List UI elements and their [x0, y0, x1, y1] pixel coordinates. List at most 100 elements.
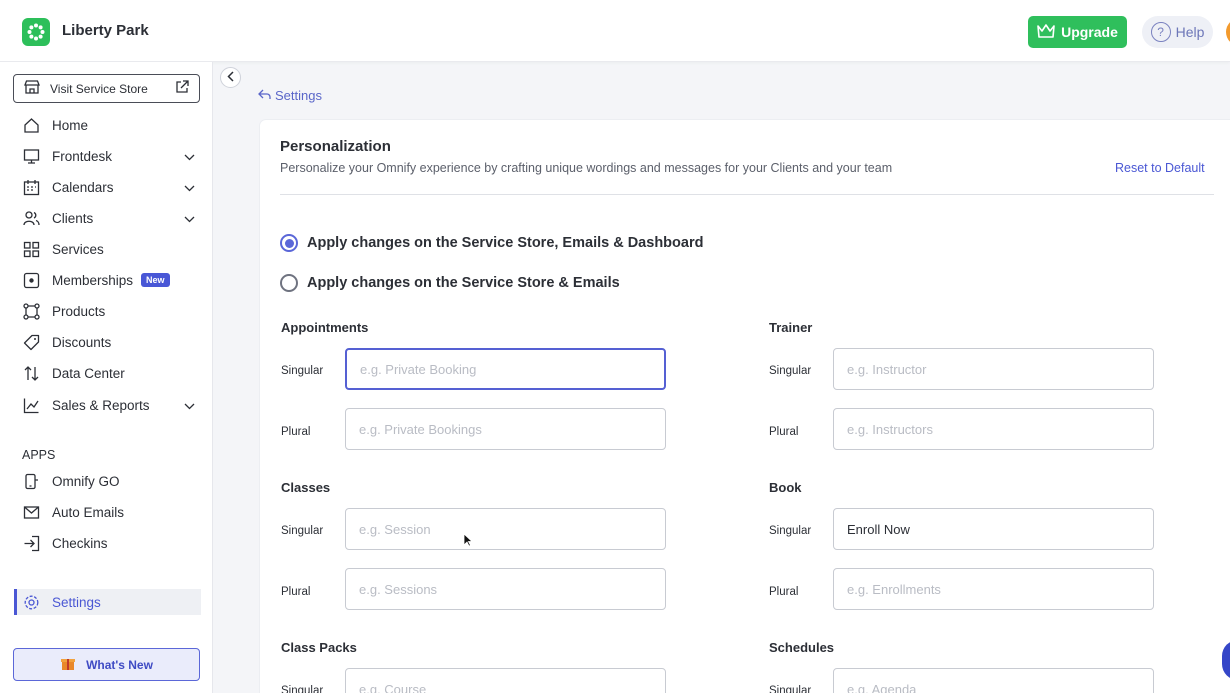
breadcrumb[interactable]: Settings [258, 88, 322, 103]
chart-icon [22, 396, 40, 414]
mobile-icon [22, 472, 40, 490]
sidebar-item-label: Discounts [52, 334, 112, 350]
sidebar-item-data-center[interactable]: Data Center [14, 360, 201, 386]
sidebar-item-label: Products [52, 303, 106, 319]
whats-new-label: What's New [86, 657, 153, 672]
crown-icon [1037, 23, 1055, 41]
trainer-singular-input[interactable] [833, 348, 1154, 390]
trainer-plural-label: Plural [769, 426, 799, 438]
class-packs-singular-input[interactable] [345, 668, 666, 693]
class-packs-title: Class Packs [281, 640, 357, 655]
tag-icon [22, 333, 40, 351]
users-icon [22, 209, 40, 227]
radio-option-dashboard[interactable]: Apply changes on the Service Store, Emai… [280, 234, 703, 252]
sidebar-item-products[interactable]: Products [14, 298, 201, 324]
new-badge: New [141, 273, 170, 287]
radio-option-store-emails[interactable]: Apply changes on the Service Store & Ema… [280, 274, 620, 292]
book-plural-label: Plural [769, 586, 799, 598]
trainer-singular-label: Singular [769, 365, 812, 377]
mail-icon [22, 503, 40, 521]
help-label: Help [1175, 24, 1205, 40]
reset-to-default-link[interactable]: Reset to Default [1115, 161, 1205, 175]
book-plural-input[interactable] [833, 568, 1154, 610]
top-bar: Liberty Park Upgrade ? Help [0, 0, 1230, 62]
sidebar-item-label: Memberships [52, 272, 134, 288]
sidebar-item-label: Omnify GO [52, 473, 120, 489]
app-logo-icon[interactable] [22, 18, 50, 46]
sidebar-item-home[interactable]: Home [14, 112, 201, 138]
appointments-singular-label: Singular [281, 365, 324, 377]
class-packs-singular-label: Singular [281, 685, 324, 693]
home-icon [22, 116, 40, 134]
visit-store-label: Visit Service Store [50, 81, 148, 96]
sidebar-item-label: Home [52, 117, 89, 133]
sidebar-item-frontdesk[interactable]: Frontdesk [14, 143, 201, 169]
schedules-title: Schedules [769, 640, 835, 655]
breadcrumb-settings-link[interactable]: Settings [275, 88, 322, 103]
membership-icon [22, 271, 40, 289]
classes-plural-label: Plural [281, 586, 311, 598]
gift-icon [60, 655, 76, 674]
checkin-icon [22, 534, 40, 552]
monitor-icon [22, 147, 40, 165]
chevron-down-icon [184, 180, 195, 195]
sidebar-item-label: Sales & Reports [52, 397, 150, 413]
chevron-down-icon [184, 149, 195, 164]
whats-new-button[interactable]: What's New [13, 648, 200, 681]
sidebar-item-auto-emails[interactable]: Auto Emails [14, 499, 201, 525]
book-title: Book [769, 480, 802, 495]
products-icon [22, 302, 40, 320]
back-arrow-icon [258, 88, 271, 103]
page-title: Personalization [280, 138, 391, 155]
sidebar-item-label: Data Center [52, 365, 125, 381]
transfer-icon [22, 364, 40, 382]
question-icon: ? [1150, 22, 1171, 42]
schedules-singular-label: Singular [769, 685, 812, 693]
upgrade-button[interactable]: Upgrade [1028, 16, 1127, 48]
mouse-cursor-icon [463, 533, 474, 552]
divider [280, 194, 1214, 195]
appointments-singular-input[interactable] [345, 348, 666, 390]
sidebar-item-label: Frontdesk [52, 148, 113, 164]
store-icon [24, 80, 40, 97]
collapse-sidebar-button[interactable] [220, 67, 241, 88]
sidebar-item-checkins[interactable]: Checkins [14, 530, 201, 556]
sidebar-item-services[interactable]: Services [14, 236, 201, 262]
sidebar-item-calendars[interactable]: Calendars [14, 174, 201, 200]
sidebar-item-omnify-go[interactable]: Omnify GO [14, 468, 201, 494]
radio-button-unchecked[interactable] [280, 274, 298, 292]
avatar[interactable] [1226, 18, 1230, 46]
book-singular-input[interactable] [833, 508, 1154, 550]
business-name[interactable]: Liberty Park [62, 22, 149, 39]
gear-icon [22, 593, 40, 611]
trainer-plural-input[interactable] [833, 408, 1154, 450]
upgrade-label: Upgrade [1061, 24, 1118, 40]
sidebar-item-discounts[interactable]: Discounts [14, 329, 201, 355]
sidebar-item-label: Auto Emails [52, 504, 125, 520]
sidebar-item-memberships[interactable]: Memberships New [14, 267, 201, 293]
visit-service-store-button[interactable]: Visit Service Store [13, 74, 200, 103]
sidebar-item-label: Checkins [52, 535, 108, 551]
classes-singular-input[interactable] [345, 508, 666, 550]
sidebar-item-label: Services [52, 241, 104, 257]
chevron-left-icon [226, 69, 235, 87]
radio-option-label: Apply changes on the Service Store, Emai… [307, 235, 704, 251]
sidebar-item-label: Settings [52, 594, 101, 610]
trainer-title: Trainer [769, 320, 813, 335]
sidebar-item-sales-reports[interactable]: Sales & Reports [14, 392, 201, 418]
appointments-plural-input[interactable] [345, 408, 666, 450]
help-button[interactable]: ? Help [1142, 16, 1213, 48]
sidebar: Visit Service Store Home Frontdesk Calen… [0, 62, 213, 693]
schedules-singular-input[interactable] [833, 668, 1154, 693]
sidebar-item-clients[interactable]: Clients [14, 205, 201, 231]
radio-option-label: Apply changes on the Service Store & Ema… [307, 275, 620, 291]
classes-plural-input[interactable] [345, 568, 666, 610]
sidebar-item-settings[interactable]: Settings [14, 589, 201, 615]
radio-button-checked[interactable] [280, 234, 298, 252]
chevron-down-icon [184, 398, 195, 413]
calendar-icon [22, 178, 40, 196]
book-singular-label: Singular [769, 525, 812, 537]
personalization-panel: Personalization Personalize your Omnify … [260, 120, 1230, 693]
appointments-title: Appointments [281, 320, 369, 335]
appointments-plural-label: Plural [281, 426, 311, 438]
